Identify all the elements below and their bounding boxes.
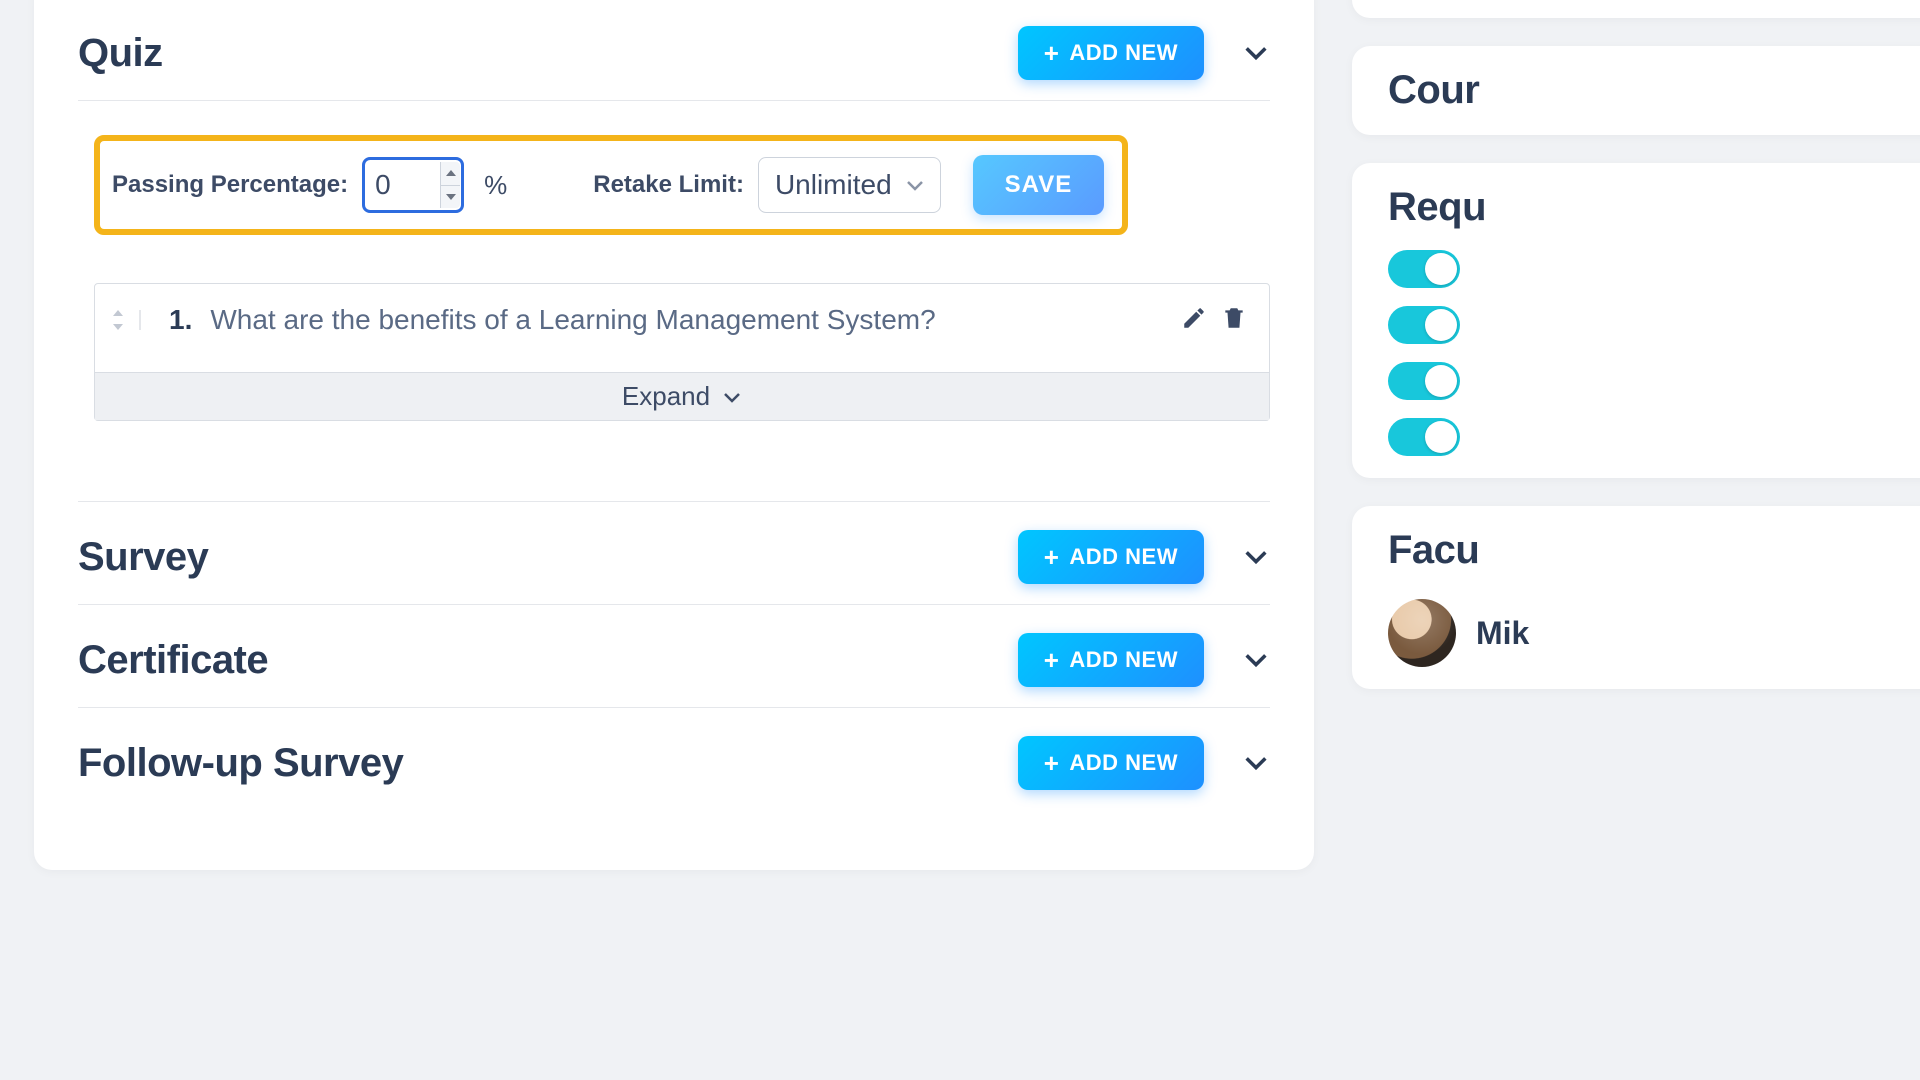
question-actions [1181, 305, 1247, 336]
survey-header-actions: + ADD NEW [1018, 530, 1270, 584]
course-card: Cour [1352, 46, 1920, 135]
faculty-name: Mik [1476, 615, 1529, 652]
passing-percentage-label: Passing Percentage: [112, 171, 348, 199]
followup-section-header: Follow-up Survey + ADD NEW [78, 707, 1270, 810]
course-heading: Cour [1388, 68, 1920, 113]
required-card: Requ [1352, 163, 1920, 478]
question-number: 1. [169, 304, 192, 336]
add-new-label: ADD NEW [1069, 544, 1178, 570]
chevron-down-icon [1242, 646, 1270, 674]
plus-icon: + [1044, 544, 1060, 570]
retake-limit-value: Unlimited [775, 169, 892, 201]
toggle-4[interactable] [1388, 418, 1460, 456]
certificate-add-new-button[interactable]: + ADD NEW [1018, 633, 1204, 687]
question-card: 1. What are the benefits of a Learning M… [94, 283, 1270, 421]
save-button[interactable]: SAVE [973, 155, 1105, 215]
faculty-row: Mik [1388, 599, 1920, 667]
survey-collapse-toggle[interactable] [1242, 543, 1270, 571]
faculty-heading: Facu [1388, 528, 1920, 573]
chevron-down-icon [906, 179, 924, 191]
plus-icon: + [1044, 647, 1060, 673]
delete-question-button[interactable] [1221, 305, 1247, 336]
retake-limit-label: Retake Limit: [593, 171, 744, 199]
followup-collapse-toggle[interactable] [1242, 749, 1270, 777]
survey-add-new-button[interactable]: + ADD NEW [1018, 530, 1204, 584]
add-new-label: ADD NEW [1069, 647, 1178, 673]
spinner-down-button[interactable] [441, 186, 460, 209]
drag-handle[interactable] [111, 310, 141, 330]
survey-section-header: Survey + ADD NEW [78, 501, 1270, 604]
quiz-title: Quiz [78, 31, 163, 76]
certificate-collapse-toggle[interactable] [1242, 646, 1270, 674]
followup-header-actions: + ADD NEW [1018, 736, 1270, 790]
add-new-label: ADD NEW [1069, 40, 1178, 66]
toggle-2[interactable] [1388, 306, 1460, 344]
toggle-knob [1425, 309, 1457, 341]
add-new-label: ADD NEW [1069, 750, 1178, 776]
toggle-knob [1425, 365, 1457, 397]
edit-question-button[interactable] [1181, 305, 1207, 336]
divider [78, 100, 1270, 101]
sort-icon [111, 310, 125, 330]
retake-limit-select[interactable]: Unlimited [758, 157, 941, 213]
followup-add-new-button[interactable]: + ADD NEW [1018, 736, 1204, 790]
faculty-card: Facu Mik [1352, 506, 1920, 689]
certificate-section-header: Certificate + ADD NEW [78, 604, 1270, 707]
followup-title: Follow-up Survey [78, 741, 403, 786]
avatar [1388, 599, 1456, 667]
question-text: What are the benefits of a Learning Mana… [210, 304, 1163, 336]
triangle-up-icon [446, 170, 456, 176]
quiz-add-new-button[interactable]: + ADD NEW [1018, 26, 1204, 80]
passing-percentage-input-wrap [362, 157, 464, 213]
chevron-down-icon [1242, 39, 1270, 67]
plus-icon: + [1044, 40, 1060, 66]
pencil-icon [1181, 305, 1207, 331]
certificate-title: Certificate [78, 638, 268, 683]
number-spinner [440, 162, 460, 208]
expand-label: Expand [622, 381, 710, 412]
chevron-down-icon [1242, 749, 1270, 777]
expand-question-button[interactable]: Expand [95, 372, 1269, 420]
chevron-down-icon [722, 390, 742, 404]
triangle-down-icon [446, 194, 456, 200]
toggle-knob [1425, 253, 1457, 285]
percent-symbol: % [484, 170, 507, 201]
quiz-settings-box: Passing Percentage: % Retake Limit: Unli… [94, 135, 1128, 235]
toggle-knob [1425, 421, 1457, 453]
trash-icon [1221, 305, 1247, 331]
quiz-header-actions: + ADD NEW [1018, 26, 1270, 80]
main-panel: Quiz + ADD NEW Passing Percentage: [34, 0, 1314, 870]
plus-icon: + [1044, 750, 1060, 776]
required-heading: Requ [1388, 185, 1920, 230]
toggle-list [1388, 250, 1920, 456]
quiz-section-header: Quiz + ADD NEW [78, 0, 1270, 100]
quiz-collapse-toggle[interactable] [1242, 39, 1270, 67]
question-row: 1. What are the benefits of a Learning M… [95, 284, 1269, 372]
right-rail: CE Cour Requ Facu Mik [1352, 0, 1920, 717]
ce-badge-card: CE [1352, 0, 1920, 18]
certificate-header-actions: + ADD NEW [1018, 633, 1270, 687]
toggle-3[interactable] [1388, 362, 1460, 400]
toggle-1[interactable] [1388, 250, 1460, 288]
survey-title: Survey [78, 535, 208, 580]
spinner-up-button[interactable] [441, 162, 460, 186]
chevron-down-icon [1242, 543, 1270, 571]
